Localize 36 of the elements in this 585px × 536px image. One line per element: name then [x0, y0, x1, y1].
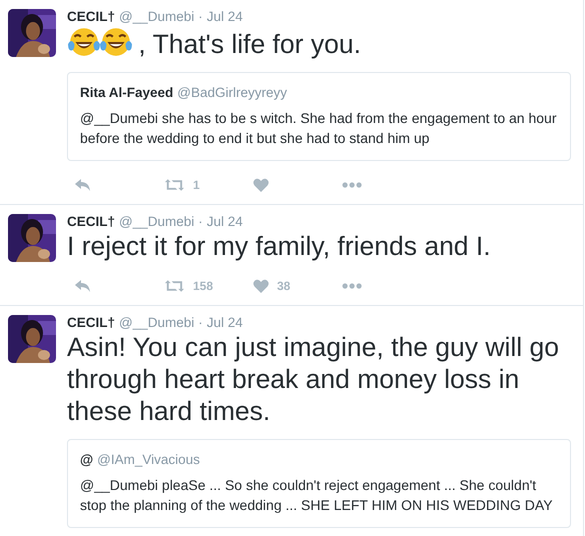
- author-name[interactable]: CECIL†: [67, 9, 116, 24]
- quoted-tweet[interactable]: Rita Al-Fayeed @BadGirlreyyreyy @__Dumebi she has to be s witch. She had from the engagement to an hour before the wedding to end it but she had to stand him up: [67, 72, 571, 161]
- reply-icon[interactable]: [75, 178, 91, 192]
- separator: ·: [198, 214, 203, 229]
- quoted-author-handle: @IAm_Vivacious: [97, 452, 200, 467]
- tweet-text: I reject it for my family, friends and I.: [67, 231, 491, 261]
- tweet-text: , That's life for you.: [138, 29, 361, 59]
- quoted-text: @__Dumebi she has to be s witch. She had from the engagement to an hour before the wedding to end it but she had to stand him up: [80, 109, 558, 148]
- separator: ·: [198, 9, 203, 24]
- author-name[interactable]: CECIL†: [67, 214, 116, 229]
- retweet-count: 1: [193, 178, 200, 192]
- author-name[interactable]: CECIL†: [67, 315, 116, 330]
- author-handle[interactable]: @__Dumebi: [119, 214, 194, 229]
- tweet-date[interactable]: Jul 24: [206, 9, 243, 24]
- quoted-text: @__Dumebi pleaSe ... So she couldn't reject engagement ... She couldn't stop the planning of the wedding ... SHE LEFT HIM ON HIS WEDDING DAY: [80, 476, 554, 515]
- tweet-date[interactable]: Jul 24: [206, 214, 243, 229]
- separator: ·: [198, 315, 203, 330]
- retweet-icon[interactable]: [164, 178, 185, 192]
- retweet-count: 158: [193, 279, 214, 293]
- author-handle[interactable]: @__Dumebi: [119, 9, 194, 24]
- quoted-tweet[interactable]: @ @IAm_Vivacious @__Dumebi pleaSe ... So she couldn't reject engagement ... She couldn't stop the planning of the wedding ... SHE LEFT HIM ON HIS WEDDING DAY: [67, 439, 571, 528]
- more-icon[interactable]: [342, 283, 362, 289]
- quoted-author-handle: @BadGirlreyyreyy: [177, 85, 288, 100]
- laughing-tears-icon: [67, 25, 101, 59]
- laughing-tears-icon: [99, 25, 133, 59]
- heart-icon[interactable]: [253, 178, 269, 192]
- heart-icon[interactable]: [253, 279, 269, 293]
- more-icon[interactable]: [342, 182, 362, 188]
- tweet-date[interactable]: Jul 24: [206, 315, 243, 330]
- retweet-icon[interactable]: [164, 279, 185, 293]
- author-handle[interactable]: @__Dumebi: [119, 315, 194, 330]
- tweet-text: Asin! You can just imagine, the guy will go through heart break and money loss in these hard times.: [67, 332, 560, 426]
- quoted-author-name: @: [80, 452, 94, 467]
- quoted-author-name: Rita Al-Fayeed: [80, 85, 174, 100]
- reply-icon[interactable]: [75, 279, 91, 293]
- like-count: 38: [277, 279, 290, 293]
